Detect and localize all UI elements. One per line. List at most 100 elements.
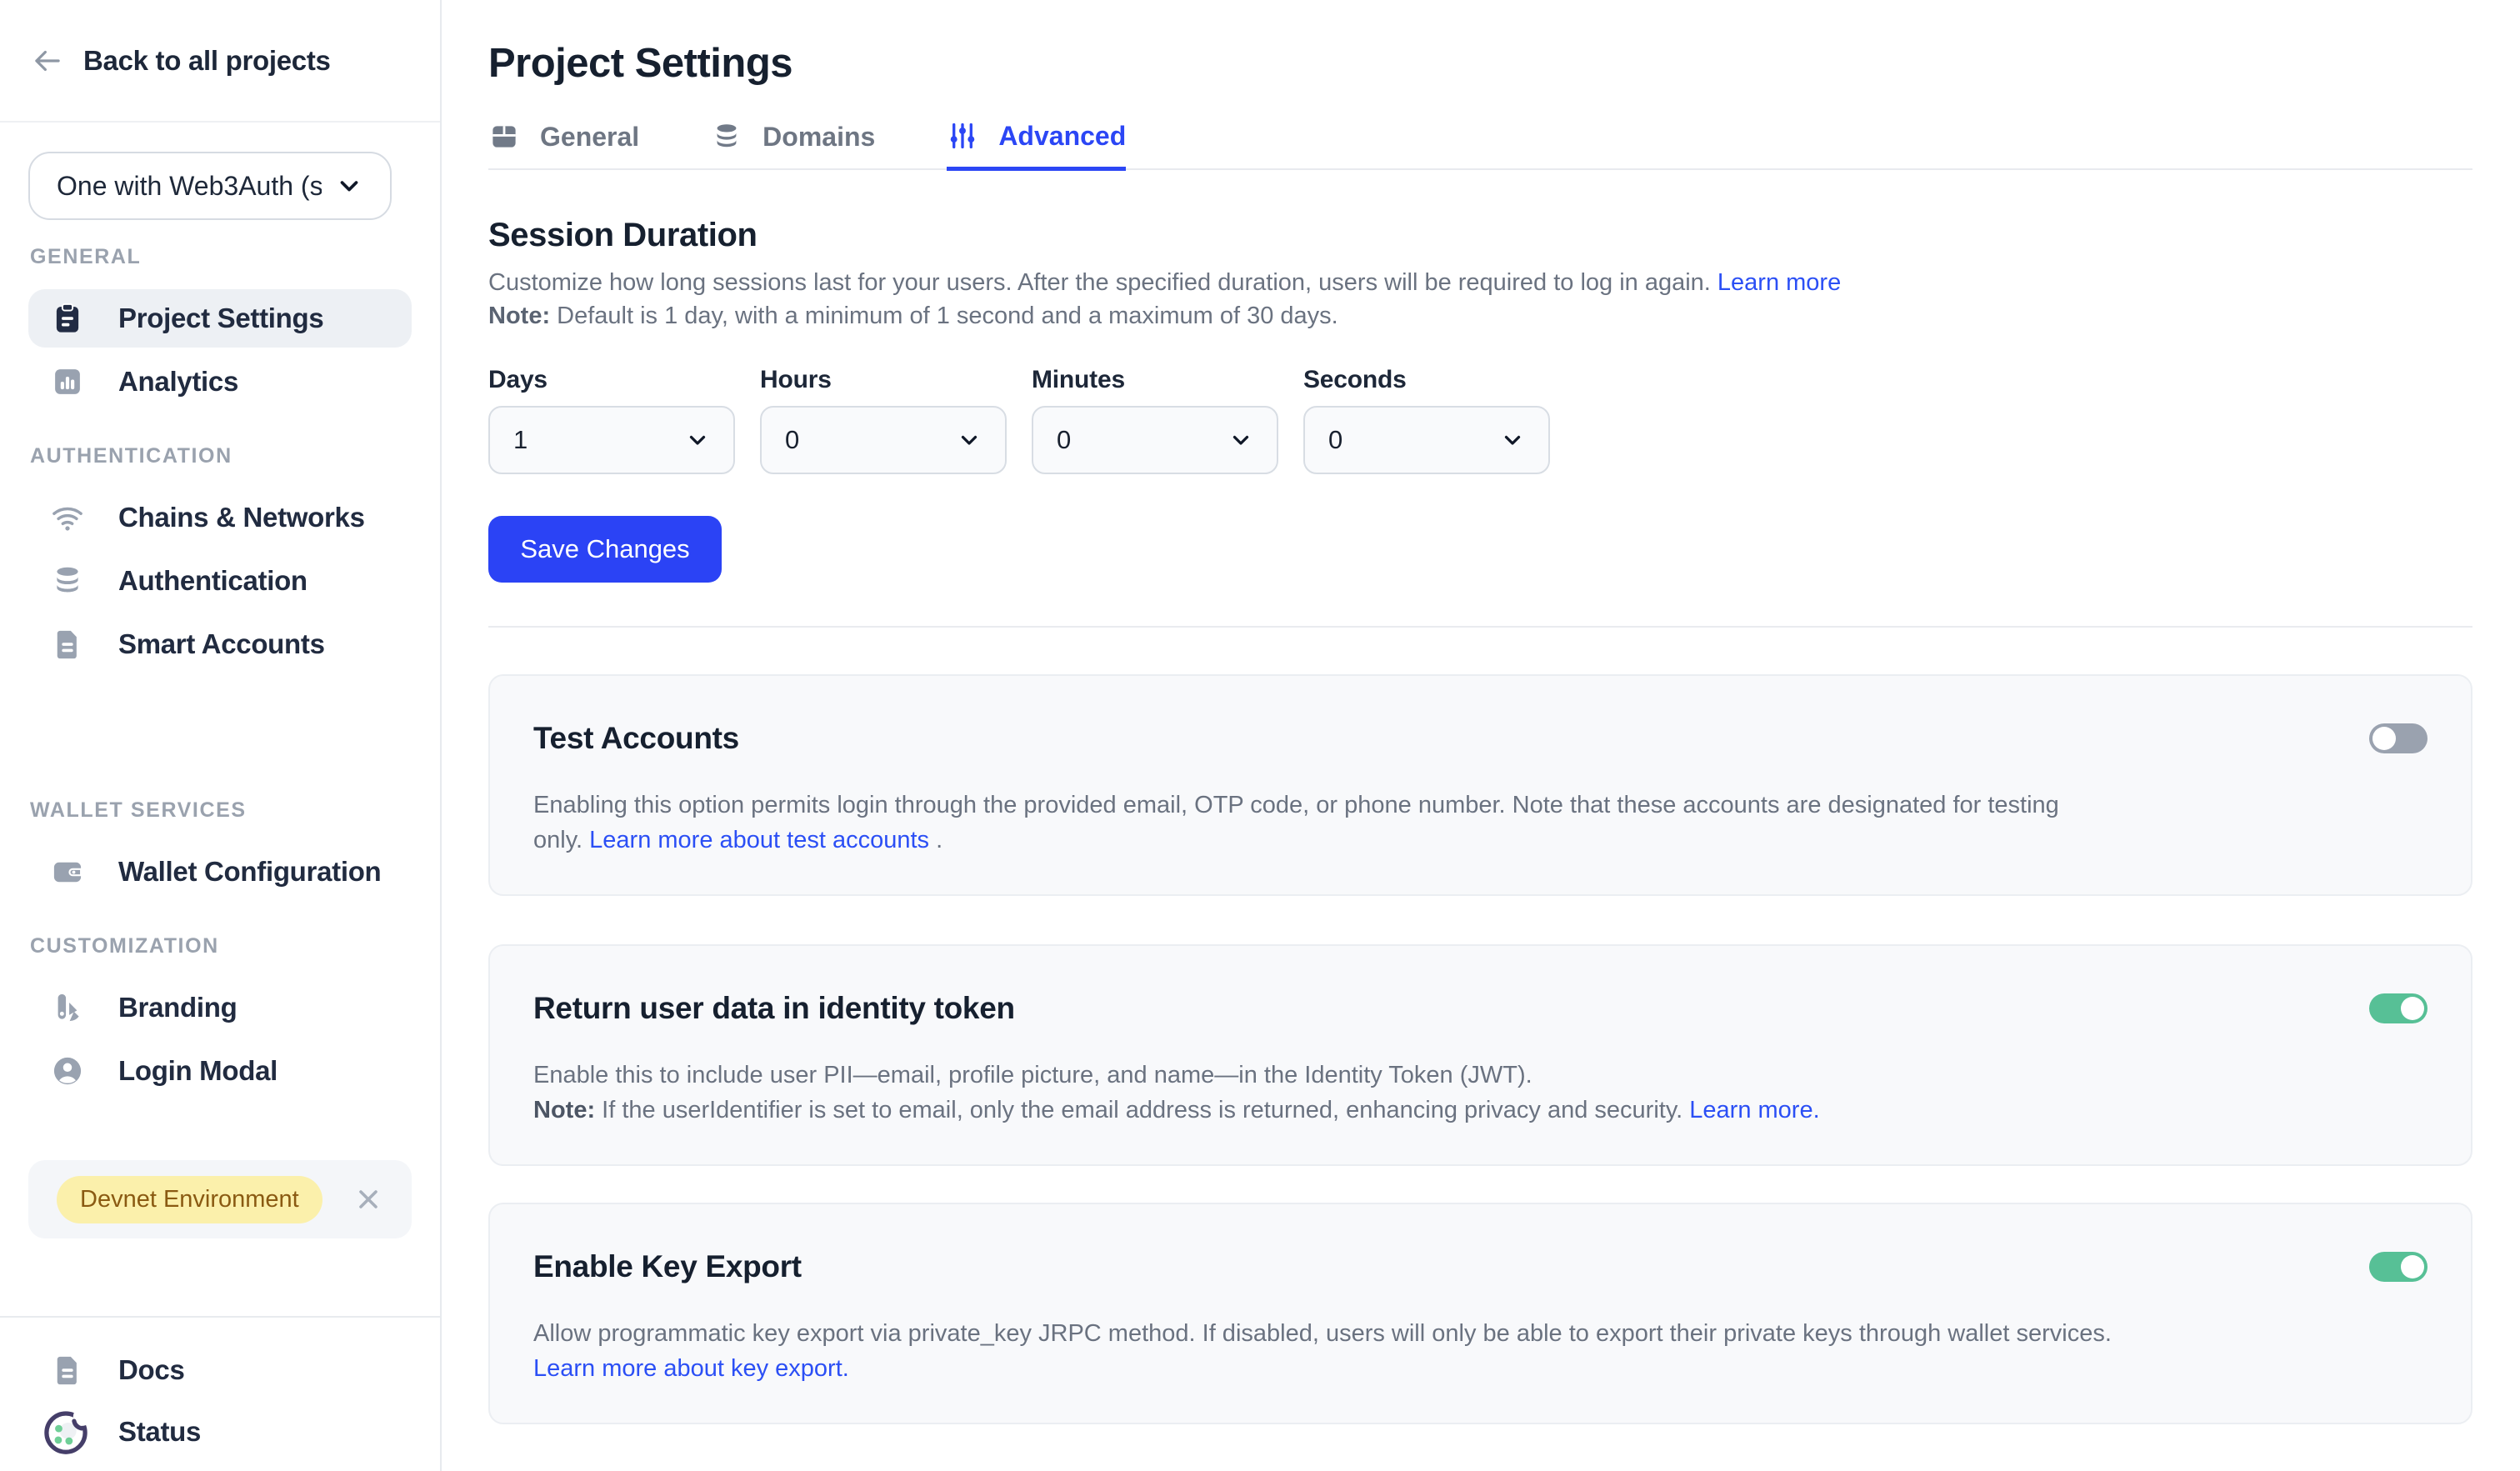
project-selector[interactable]: One with Web3Auth (sap (28, 152, 392, 220)
learn-more-link[interactable]: Learn more (1718, 269, 1841, 296)
tab-bar: General Domains (488, 120, 2472, 170)
section-label-customization: CUSTOMIZATION (30, 934, 410, 958)
key-export-toggle[interactable] (2369, 1252, 2428, 1282)
card-line1: Enabling this option permits login throu… (533, 788, 2417, 823)
page-title: Project Settings (488, 40, 2472, 87)
project-selector-value: One with Web3Auth (sap (57, 171, 322, 202)
environment-banner: Devnet Environment (28, 1160, 412, 1238)
card-title: Test Accounts (533, 719, 2428, 758)
days-select[interactable]: 1 (488, 406, 735, 474)
learn-more-test-accounts-link[interactable]: Learn more about test accounts (589, 827, 929, 853)
card-line1: Enable this to include user PII—email, p… (533, 1058, 2417, 1093)
toggle-knob (2372, 727, 2396, 750)
tab-general[interactable]: General (488, 120, 639, 168)
wifi-icon (50, 500, 85, 535)
arrow-left-icon (30, 43, 65, 78)
card-description: Allow programmatic key export via privat… (533, 1316, 2417, 1386)
save-changes-button[interactable]: Save Changes (488, 516, 722, 583)
tab-label: Advanced (998, 121, 1126, 152)
learn-more-key-export-link[interactable]: Learn more about key export. (533, 1355, 849, 1382)
learn-more-identity-link[interactable]: Learn more. (1689, 1097, 1819, 1123)
description-text: Customize how long sessions last for you… (488, 269, 1718, 296)
seconds-value: 0 (1328, 425, 1342, 455)
session-duration-section: Session Duration Customize how long sess… (488, 217, 2472, 583)
note-label: Note: (488, 303, 550, 329)
note-text: Default is 1 day, with a minimum of 1 se… (550, 303, 1338, 329)
toggle-knob (2401, 1255, 2424, 1278)
sidebar-item-label: Analytics (118, 366, 238, 398)
identity-token-toggle[interactable] (2369, 993, 2428, 1023)
back-label: Back to all projects (83, 45, 331, 77)
key-export-card: Enable Key Export Allow programmatic key… (488, 1203, 2472, 1424)
minutes-select[interactable]: 0 (1032, 406, 1278, 474)
card-description: Enable this to include user PII—email, p… (533, 1058, 2417, 1128)
duration-fields: Days 1 Hours 0 Minutes 0 (488, 366, 2472, 474)
docs-icon (50, 1353, 85, 1388)
card-title: Return user data in identity token (533, 989, 2428, 1028)
database-icon (711, 121, 742, 153)
minutes-label: Minutes (1032, 366, 1278, 394)
hours-label: Hours (760, 366, 1007, 394)
sidebar-item-project-settings[interactable]: Project Settings (28, 289, 412, 348)
hours-select[interactable]: 0 (760, 406, 1007, 474)
sidebar-item-smart-accounts[interactable]: Smart Accounts (28, 615, 412, 673)
tab-domains[interactable]: Domains (711, 120, 875, 168)
hours-value: 0 (785, 425, 799, 455)
hours-field: Hours 0 (760, 366, 1007, 474)
card-line1: Allow programmatic key export via privat… (533, 1316, 2417, 1351)
sidebar-item-label: Docs (118, 1354, 185, 1386)
close-icon[interactable] (353, 1184, 383, 1214)
seconds-select[interactable]: 0 (1303, 406, 1550, 474)
section-label-general: GENERAL (30, 245, 410, 269)
days-value: 1 (513, 425, 528, 455)
sliders-icon (947, 120, 978, 152)
chevron-down-icon (685, 428, 710, 453)
sidebar-item-login-modal[interactable]: Login Modal (28, 1042, 412, 1100)
minutes-value: 0 (1057, 425, 1071, 455)
tab-label: Domains (762, 122, 875, 153)
sidebar: Back to all projects One with Web3Auth (… (0, 0, 442, 1471)
sidebar-item-chains-networks[interactable]: Chains & Networks (28, 488, 412, 547)
section-label-wallet-services: WALLET SERVICES (30, 798, 410, 823)
divider (488, 626, 2472, 628)
sidebar-item-docs[interactable]: Docs (28, 1339, 412, 1401)
table-cells-icon (488, 121, 520, 153)
sidebar-item-label: Login Modal (118, 1055, 278, 1087)
sidebar-item-analytics[interactable]: Analytics (28, 353, 412, 411)
test-accounts-toggle[interactable] (2369, 723, 2428, 753)
toggle-knob (2401, 997, 2424, 1020)
chevron-down-icon (1500, 428, 1525, 453)
sidebar-item-authentication[interactable]: Authentication (28, 552, 412, 610)
chevron-down-icon (1228, 428, 1253, 453)
back-to-all-projects[interactable]: Back to all projects (0, 0, 440, 123)
sidebar-item-branding[interactable]: Branding (28, 978, 412, 1037)
database-icon (50, 563, 85, 598)
days-label: Days (488, 366, 735, 394)
tab-label: General (540, 122, 639, 153)
card-description: Enabling this option permits login throu… (533, 788, 2417, 858)
note-text: If the userIdentifier is set to email, o… (595, 1097, 1689, 1123)
sidebar-item-label: Project Settings (118, 303, 323, 334)
sidebar-item-wallet-configuration[interactable]: Wallet Configuration (28, 843, 412, 901)
days-field: Days 1 (488, 366, 735, 474)
minutes-field: Minutes 0 (1032, 366, 1278, 474)
card-line2-prefix: only. (533, 827, 589, 853)
section-description: Customize how long sessions last for you… (488, 266, 2472, 333)
sidebar-body: One with Web3Auth (sap GENERAL Project S… (0, 123, 440, 1316)
seconds-label: Seconds (1303, 366, 1550, 394)
sidebar-item-status[interactable]: Status (28, 1401, 412, 1463)
test-accounts-card: Test Accounts Enabling this option permi… (488, 674, 2472, 896)
note-label: Note: (533, 1097, 595, 1123)
wallet-icon (50, 854, 85, 889)
sidebar-item-label: Chains & Networks (118, 502, 365, 533)
seconds-field: Seconds 0 (1303, 366, 1550, 474)
sidebar-item-label: Smart Accounts (118, 628, 325, 660)
sidebar-item-label: Status (118, 1416, 201, 1448)
document-icon (50, 627, 85, 662)
tab-advanced[interactable]: Advanced (947, 120, 1126, 171)
app-window: Back to all projects One with Web3Auth (… (0, 0, 2520, 1471)
environment-badge: Devnet Environment (57, 1176, 322, 1223)
sidebar-item-label: Branding (118, 992, 237, 1023)
sidebar-item-label: Authentication (118, 565, 308, 597)
main-content: Project Settings General Domains (442, 0, 2520, 1471)
